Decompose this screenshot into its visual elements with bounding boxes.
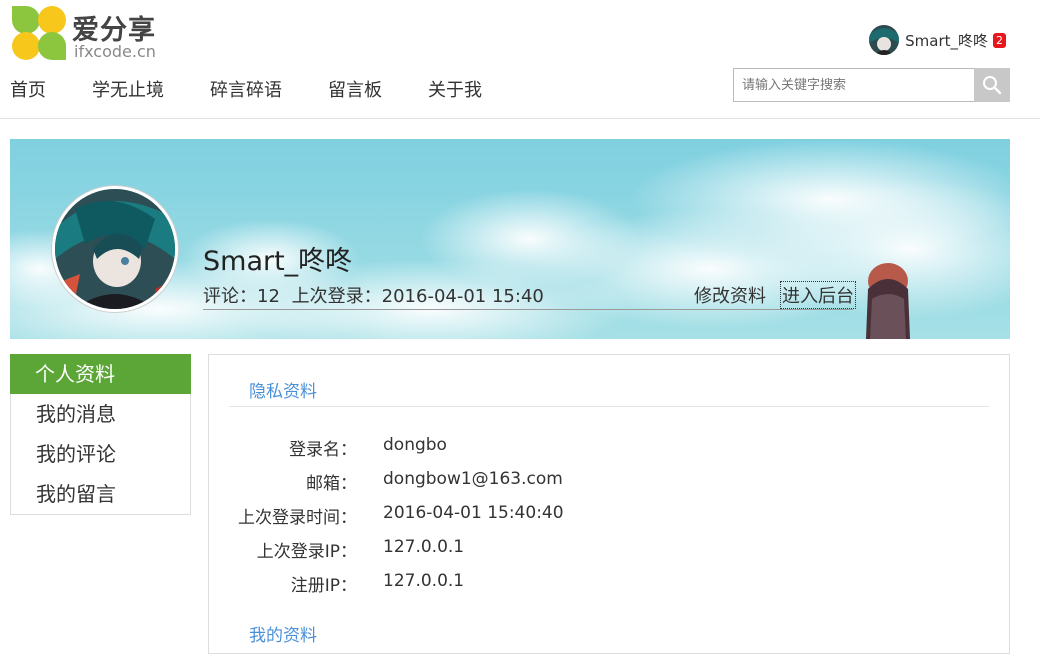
field-value: 127.0.0.1 — [383, 537, 465, 557]
search-input[interactable] — [734, 69, 969, 101]
sidebar-item-guestbook[interactable]: 我的留言 — [11, 474, 190, 514]
sidebar-item-messages[interactable]: 我的消息 — [11, 394, 190, 434]
nav-item-learning[interactable]: 学无止境 — [92, 76, 164, 102]
info-row-last-login-time: 上次登录时间： 2016-04-01 15:40:40 — [209, 503, 909, 537]
profile-divider — [203, 309, 853, 310]
info-row-last-login-ip: 上次登录IP： 127.0.0.1 — [209, 537, 909, 571]
edit-profile-link[interactable]: 修改资料 — [694, 282, 766, 308]
field-label: 注册IP： — [290, 576, 357, 596]
field-label: 邮箱： — [306, 474, 357, 494]
field-label: 上次登录时间： — [238, 508, 357, 528]
user-avatar[interactable] — [869, 25, 900, 55]
nav-item-about[interactable]: 关于我 — [428, 76, 482, 102]
comment-count: 评论：12 — [203, 286, 280, 307]
profile-panel: 隐私资料 登录名： dongbo 邮箱： dongbow1@163.com 上次… — [208, 354, 1010, 654]
sidebar-item-profile[interactable]: 个人资料 — [10, 354, 191, 394]
info-row-username: 登录名： dongbo — [209, 435, 909, 469]
header-divider — [0, 118, 1040, 119]
info-row-register-ip: 注册IP： 127.0.0.1 — [209, 571, 909, 605]
field-value: 2016-04-01 15:40:40 — [383, 503, 564, 523]
info-row-email: 邮箱： dongbow1@163.com — [209, 469, 909, 503]
profile-stats: 评论：12 上次登录：2016-04-01 15:40 — [203, 282, 550, 308]
sidebar-menu: 个人资料 我的消息 我的评论 我的留言 — [10, 354, 191, 515]
main-nav: 首页 学无止境 碎言碎语 留言板 关于我 — [10, 76, 528, 102]
enter-admin-link[interactable]: 进入后台 — [780, 281, 856, 309]
notification-badge[interactable]: 2 — [993, 32, 1006, 48]
last-login: 上次登录：2016-04-01 15:40 — [291, 286, 544, 307]
field-value: dongbo — [383, 435, 447, 455]
profile-avatar[interactable] — [52, 186, 178, 312]
user-name[interactable]: Smart_咚咚 — [905, 30, 988, 51]
user-menu[interactable]: Smart_咚咚 2 — [869, 24, 1006, 56]
search-icon — [983, 76, 1002, 95]
section-divider — [229, 406, 989, 407]
nav-item-home[interactable]: 首页 — [10, 76, 46, 102]
sidebar-item-comments[interactable]: 我的评论 — [11, 434, 190, 474]
clover-logo-icon — [12, 6, 66, 60]
nav-item-guestbook[interactable]: 留言板 — [328, 76, 382, 102]
brand-subtitle: ifxcode.cn — [74, 42, 156, 61]
profile-banner: Smart_咚咚 评论：12 上次登录：2016-04-01 15:40 修改资… — [10, 139, 1010, 339]
field-value: 127.0.0.1 — [383, 571, 465, 591]
search-box — [733, 68, 1010, 102]
privacy-section-title: 隐私资料 — [249, 382, 317, 402]
field-label: 上次登录IP： — [256, 542, 357, 562]
profile-name: Smart_咚咚 — [203, 246, 353, 277]
search-button[interactable] — [974, 68, 1010, 102]
site-logo[interactable]: 爱分享 ifxcode.cn — [10, 4, 170, 62]
my-profile-section-title: 我的资料 — [249, 626, 317, 646]
field-label: 登录名： — [289, 440, 357, 460]
nav-item-notes[interactable]: 碎言碎语 — [210, 76, 282, 102]
field-value: dongbow1@163.com — [383, 469, 563, 489]
